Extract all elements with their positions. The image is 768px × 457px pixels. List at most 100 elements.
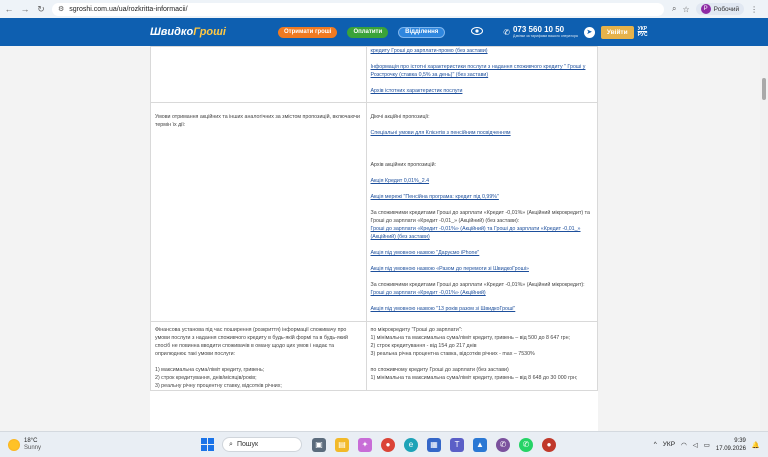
info-link[interactable]: Архів істотних характеристик послуги	[371, 87, 593, 95]
search-icon: ⌕	[229, 440, 233, 448]
input-language[interactable]: УКР	[663, 441, 675, 448]
file-explorer-icon[interactable]: ▤	[335, 437, 350, 452]
phone-number: 073 560 10 50	[512, 25, 565, 34]
task-view-icon[interactable]: ▣	[312, 437, 327, 452]
lang-rus[interactable]: РУС	[638, 32, 648, 38]
site-header: ШвидкоГроші Отримати гроші Оплатити Відд…	[0, 18, 768, 46]
taskbar-apps: ▣ ▤ ✦ ● e ▦ T ▲ ✆ ✆ ●	[312, 437, 557, 452]
scrollbar-thumb[interactable]	[762, 78, 766, 100]
info-text: Архів акційних пропозицій:	[370, 162, 437, 168]
clock-date: 17.09.2026	[715, 445, 746, 452]
phone-subtext: Дзвінки за тарифами вашого оператора	[512, 34, 578, 38]
copilot-icon[interactable]: ✦	[358, 437, 373, 452]
weather-condition: Sunny	[24, 444, 42, 451]
address-bar[interactable]: ⚙ sgroshi.com.ua/ua/rozkritta-informacii…	[52, 2, 664, 16]
info-link[interactable]: Гроші до зарплати «Кредит -0,01%» (Акцій…	[371, 225, 593, 241]
table-row: Фінансова установа під час поширення (ро…	[150, 321, 598, 391]
info-text: 2) строк кредитування, днів/місяців/рокі…	[155, 375, 257, 381]
back-button[interactable]: ←	[2, 2, 16, 16]
info-link[interactable]: Спеціальні умови для Клієнтів з пенсійни…	[371, 129, 593, 137]
wifi-icon[interactable]: ◠	[681, 441, 687, 449]
start-button[interactable]	[201, 438, 215, 451]
browser-toolbar: ← → ↻ ⚙ sgroshi.com.ua/ua/rozkritta-info…	[0, 0, 768, 18]
edge-icon[interactable]: e	[404, 437, 419, 452]
reload-button[interactable]: ↻	[34, 2, 48, 16]
page-scrollbar[interactable]	[760, 46, 768, 431]
search-label: Пошук	[236, 441, 259, 448]
zoom-icon[interactable]: ⌕	[672, 4, 676, 14]
info-link[interactable]: Акція під умовною назвою «Разом до перем…	[371, 265, 593, 273]
avatar: Р	[700, 4, 711, 14]
info-text: по споживчому кредиту Гроші до зарплати …	[370, 367, 509, 373]
profile-button[interactable]: Р Робочий	[695, 3, 745, 15]
chrome-alt-icon[interactable]: ●	[542, 437, 557, 452]
teams-icon[interactable]: T	[450, 437, 465, 452]
battery-icon[interactable]: ▭	[704, 441, 710, 449]
info-link[interactable]: кредиту Гроші до зарплати-промо (без зас…	[371, 47, 593, 55]
info-content: кредиту Гроші до зарплати-промо (без зас…	[150, 46, 598, 431]
accessibility-eye-icon[interactable]	[471, 26, 484, 38]
bookmark-star-icon[interactable]: ☆	[682, 5, 689, 14]
info-text: по мікрокредиту "Гроші до зарплати":	[370, 327, 463, 333]
info-text: 1) мінімальна та максимальна сума/ліміт …	[370, 335, 570, 341]
info-link[interactable]: Акція мережі "Пенсійна програма: кредит …	[371, 193, 593, 201]
clock-time: 9:39	[734, 437, 746, 444]
sun-icon	[8, 438, 20, 451]
site-logo[interactable]: ШвидкоГроші	[150, 26, 226, 38]
store-icon[interactable]: ▦	[427, 437, 442, 452]
info-text: Діючі акційні пропозиції:	[370, 114, 430, 120]
info-text: 3) реальна річна процентна ставка, відсо…	[370, 351, 535, 357]
info-text: За споживчими кредитами Гроші до зарплат…	[370, 210, 590, 224]
weather-widget[interactable]: 18°C Sunny	[8, 438, 41, 452]
get-money-button[interactable]: Отримати гроші	[278, 26, 338, 38]
table-cell	[150, 46, 367, 103]
info-link[interactable]: Гроші до зарплати «Кредит -0,01%» (Акцій…	[371, 289, 593, 297]
site-info-icon[interactable]: ⚙	[58, 5, 64, 13]
url-text: sgroshi.com.ua/ua/rozkritta-informacii/	[69, 5, 188, 13]
table-cell: Діючі акційні пропозиції: Спеціальні умов…	[365, 102, 598, 322]
info-link[interactable]: Акція під умовною назвою "Даруємо iPhone…	[371, 249, 593, 257]
row-label: Умови отримання акційних та інших аналог…	[155, 114, 360, 128]
login-button[interactable]: Увійти	[600, 25, 634, 39]
notifications-icon[interactable]: 🔔	[752, 441, 760, 449]
chrome-icon[interactable]: ●	[381, 437, 396, 452]
telegram-icon[interactable]: ➤	[583, 26, 595, 38]
phone-block[interactable]: ✆ 073 560 10 50 Дзвінки за тарифами вашо…	[503, 25, 578, 39]
phone-icon: ✆	[503, 27, 510, 37]
table-cell: кредиту Гроші до зарплати-промо (без зас…	[365, 46, 598, 103]
table-cell: Фінансова установа під час поширення (ро…	[150, 321, 367, 391]
info-link[interactable]: Інформація про істотні характеристики по…	[371, 63, 593, 79]
logo-part2: Гроші	[193, 26, 226, 38]
pay-button[interactable]: Оплатити	[347, 26, 389, 38]
logo-part1: Швидко	[150, 26, 194, 38]
viber-icon[interactable]: ✆	[496, 437, 511, 452]
info-text: Фінансова установа під час поширення (ро…	[155, 327, 348, 357]
volume-icon[interactable]: ◁	[693, 441, 698, 449]
tray-chevron-icon[interactable]: ^	[654, 441, 657, 448]
clock[interactable]: 9:39 17.09.2026	[716, 437, 746, 453]
taskbar-search[interactable]: ⌕ Пошук	[222, 437, 303, 452]
forward-button[interactable]: →	[18, 2, 32, 16]
whatsapp-icon[interactable]: ✆	[519, 437, 534, 452]
info-text: 3) реальну річну процентну ставку, відсо…	[155, 383, 282, 389]
info-link[interactable]: Акція під умовною назвою "13 років разом…	[371, 305, 593, 313]
photos-icon[interactable]: ▲	[473, 437, 488, 452]
menu-icon[interactable]: ⋮	[750, 5, 758, 14]
language-switcher[interactable]: УКР РУС	[638, 26, 648, 38]
branches-button[interactable]: Відділення	[398, 26, 446, 38]
disclosure-table: кредиту Гроші до зарплати-промо (без зас…	[150, 46, 598, 391]
info-link[interactable]: Акція Кредит 0,01%_2.4	[371, 177, 593, 185]
table-cell: по мікрокредиту "Гроші до зарплати": 1) м…	[365, 321, 598, 391]
